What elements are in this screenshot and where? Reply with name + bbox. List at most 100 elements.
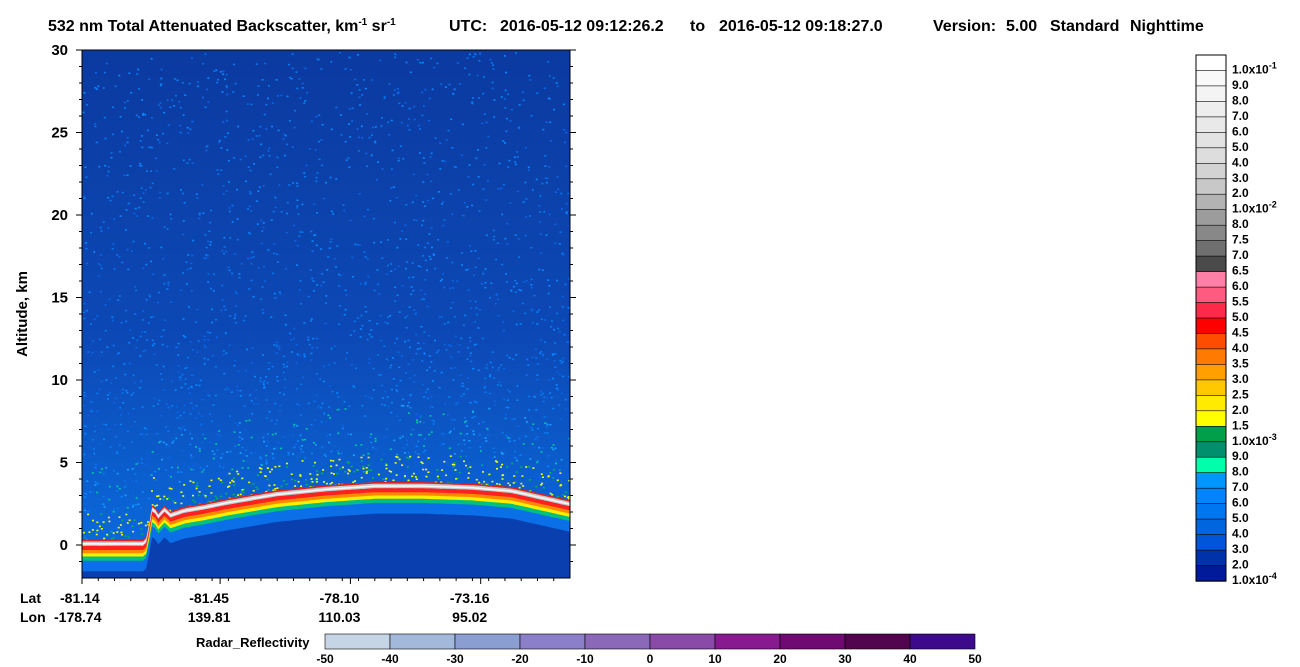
- noise-pixel: [219, 479, 222, 482]
- noise-pixel: [174, 94, 177, 97]
- noise-pixel: [315, 115, 318, 118]
- noise-pixel: [515, 282, 518, 285]
- noise-pixel: [390, 270, 393, 272]
- noise-pixel: [144, 113, 147, 116]
- noise-pixel: [453, 453, 456, 455]
- noise-pixel: [486, 427, 489, 430]
- noise-pixel: [261, 79, 264, 81]
- noise-pixel: [399, 419, 402, 422]
- noise-pixel: [339, 114, 342, 116]
- noise-pixel: [518, 486, 521, 489]
- noise-pixel: [254, 375, 256, 378]
- noise-pixel: [322, 281, 325, 283]
- noise-pixel: [225, 85, 228, 87]
- radar-bar-tick-label: -40: [381, 652, 399, 666]
- noise-pixel: [245, 370, 247, 372]
- noise-pixel: [163, 274, 166, 276]
- noise-pixel: [204, 437, 207, 440]
- noise-pixel: [225, 250, 228, 253]
- noise-pixel: [557, 389, 560, 392]
- noise-pixel: [137, 462, 140, 464]
- noise-pixel: [156, 301, 159, 304]
- lat-label: Lat: [20, 590, 41, 606]
- noise-pixel: [277, 442, 280, 444]
- noise-pixel: [190, 57, 193, 60]
- noise-pixel: [516, 190, 519, 193]
- noise-pixel: [482, 92, 485, 95]
- noise-pixel: [462, 324, 465, 327]
- noise-pixel: [357, 150, 360, 152]
- noise-pixel: [424, 259, 427, 262]
- colorbar-label: 8.0: [1232, 217, 1249, 231]
- noise-pixel: [324, 453, 327, 455]
- noise-pixel: [95, 88, 98, 90]
- noise-pixel: [475, 157, 478, 160]
- noise-pixel: [396, 453, 399, 456]
- noise-pixel: [339, 52, 342, 54]
- noise-pixel: [216, 336, 218, 339]
- noise-pixel: [96, 529, 99, 532]
- noise-pixel: [409, 406, 412, 409]
- noise-pixel: [316, 473, 319, 476]
- noise-pixel: [407, 451, 410, 454]
- noise-pixel: [390, 263, 393, 265]
- noise-pixel: [303, 322, 306, 324]
- noise-pixel: [310, 120, 313, 123]
- noise-pixel: [90, 401, 93, 403]
- noise-pixel: [224, 309, 227, 311]
- noise-pixel: [262, 354, 264, 356]
- noise-pixel: [498, 483, 501, 486]
- noise-pixel: [556, 312, 559, 315]
- noise-pixel: [129, 329, 132, 332]
- noise-pixel: [231, 221, 234, 223]
- noise-pixel: [393, 221, 396, 224]
- noise-pixel: [538, 446, 541, 449]
- noise-pixel: [134, 473, 137, 475]
- noise-pixel: [239, 395, 242, 397]
- noise-pixel: [398, 311, 401, 313]
- noise-pixel: [501, 263, 504, 266]
- noise-pixel: [478, 422, 481, 425]
- noise-pixel: [189, 480, 192, 482]
- noise-pixel: [204, 106, 207, 108]
- noise-pixel: [229, 237, 232, 239]
- noise-pixel: [294, 240, 297, 242]
- noise-pixel: [482, 272, 485, 275]
- noise-pixel: [468, 245, 471, 247]
- noise-pixel: [555, 384, 558, 386]
- noise-pixel: [517, 425, 520, 427]
- noise-pixel: [527, 169, 530, 171]
- noise-pixel: [514, 291, 517, 293]
- noise-pixel: [131, 525, 134, 527]
- noise-pixel: [94, 87, 97, 89]
- noise-pixel: [261, 230, 264, 232]
- noise-pixel: [180, 189, 182, 191]
- radar-bar-tick-label: -20: [511, 652, 529, 666]
- noise-pixel: [307, 402, 310, 405]
- noise-pixel: [95, 141, 98, 144]
- noise-pixel: [370, 397, 373, 400]
- noise-pixel: [239, 493, 242, 496]
- colorbar-swatch: [1195, 224, 1227, 242]
- noise-pixel: [280, 94, 283, 97]
- noise-pixel: [401, 105, 404, 107]
- noise-pixel: [312, 280, 315, 282]
- noise-pixel: [357, 136, 360, 139]
- noise-pixel: [192, 468, 195, 471]
- noise-pixel: [472, 56, 475, 58]
- noise-pixel: [112, 344, 115, 347]
- noise-pixel: [351, 256, 354, 259]
- noise-pixel: [195, 321, 198, 323]
- noise-pixel: [365, 152, 368, 155]
- noise-pixel: [445, 349, 448, 351]
- noise-pixel: [315, 478, 318, 480]
- noise-pixel: [179, 414, 182, 417]
- noise-pixel: [135, 480, 138, 482]
- noise-pixel: [216, 81, 219, 84]
- noise-pixel: [203, 468, 206, 470]
- noise-pixel: [220, 495, 222, 498]
- noise-pixel: [189, 413, 192, 415]
- noise-pixel: [329, 417, 332, 419]
- noise-pixel: [500, 96, 503, 98]
- noise-pixel: [108, 485, 111, 488]
